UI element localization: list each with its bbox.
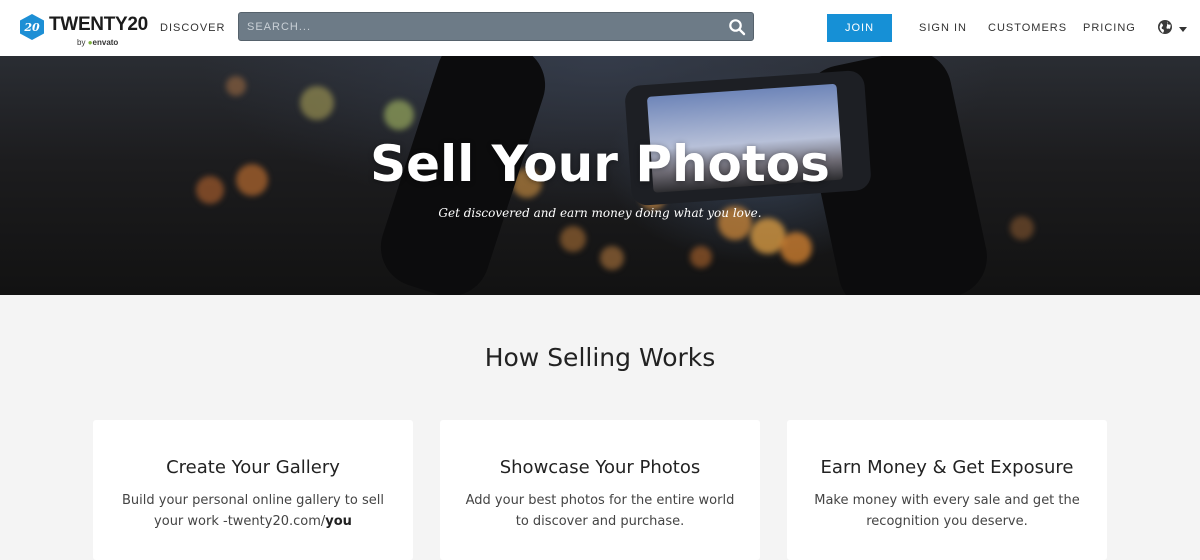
feature-card-text: Add your best photos for the entire worl…	[465, 493, 735, 529]
bokeh-light	[300, 86, 334, 120]
feature-card: Create Your Gallery Build your personal …	[93, 420, 413, 560]
nav-discover-link[interactable]: DISCOVER	[160, 21, 225, 35]
bokeh-light	[384, 100, 414, 130]
feature-card-title: Earn Money & Get Exposure	[820, 457, 1074, 478]
feature-card: Showcase Your Photos Add your best photo…	[440, 420, 760, 560]
bokeh-light	[690, 246, 712, 268]
bokeh-light	[560, 226, 586, 252]
logo-badge-icon: 20	[20, 14, 44, 40]
section-title: How Selling Works	[484, 343, 716, 372]
hero-title: Sell Your Photos	[370, 135, 830, 193]
logo-brand-text: envato	[92, 38, 119, 47]
twenty20-logo[interactable]: 20 TWENTY20 by ●envato	[20, 12, 148, 48]
logo-wordmark: TWENTY20	[49, 14, 148, 35]
language-selector[interactable]	[1157, 19, 1187, 37]
feature-card: Earn Money & Get Exposure Make money wit…	[787, 420, 1107, 560]
top-navbar: 20 TWENTY20 by ●envato DISCOVER JOIN SIG…	[0, 0, 1200, 56]
feature-card-text-bold: you	[325, 514, 352, 529]
search-icon[interactable]	[728, 18, 746, 36]
bokeh-light	[600, 246, 624, 270]
hero-banner: Sell Your Photos Get discovered and earn…	[0, 56, 1200, 295]
feature-card-text: Make money with every sale and get the r…	[814, 493, 1080, 529]
customers-link[interactable]: CUSTOMERS	[988, 21, 1067, 35]
search-bar	[238, 12, 754, 41]
feature-card-text: Build your personal online gallery to se…	[118, 490, 388, 532]
feature-card-title: Showcase Your Photos	[499, 457, 701, 478]
globe-icon	[1158, 20, 1172, 34]
pricing-link[interactable]: PRICING	[1083, 21, 1136, 35]
search-input[interactable]	[247, 18, 717, 36]
sign-in-link[interactable]: SIGN IN	[919, 21, 967, 35]
caret-down-icon	[1179, 27, 1187, 32]
logo-byline: by ●envato	[77, 38, 118, 48]
hero-subtitle: Get discovered and earn money doing what…	[438, 206, 762, 220]
bokeh-light	[226, 76, 246, 96]
bokeh-light	[780, 232, 812, 264]
logo-by-text: by	[77, 38, 86, 47]
svg-text:20: 20	[23, 21, 40, 34]
join-button[interactable]: JOIN	[827, 14, 892, 42]
feature-card-title: Create Your Gallery	[166, 457, 340, 478]
